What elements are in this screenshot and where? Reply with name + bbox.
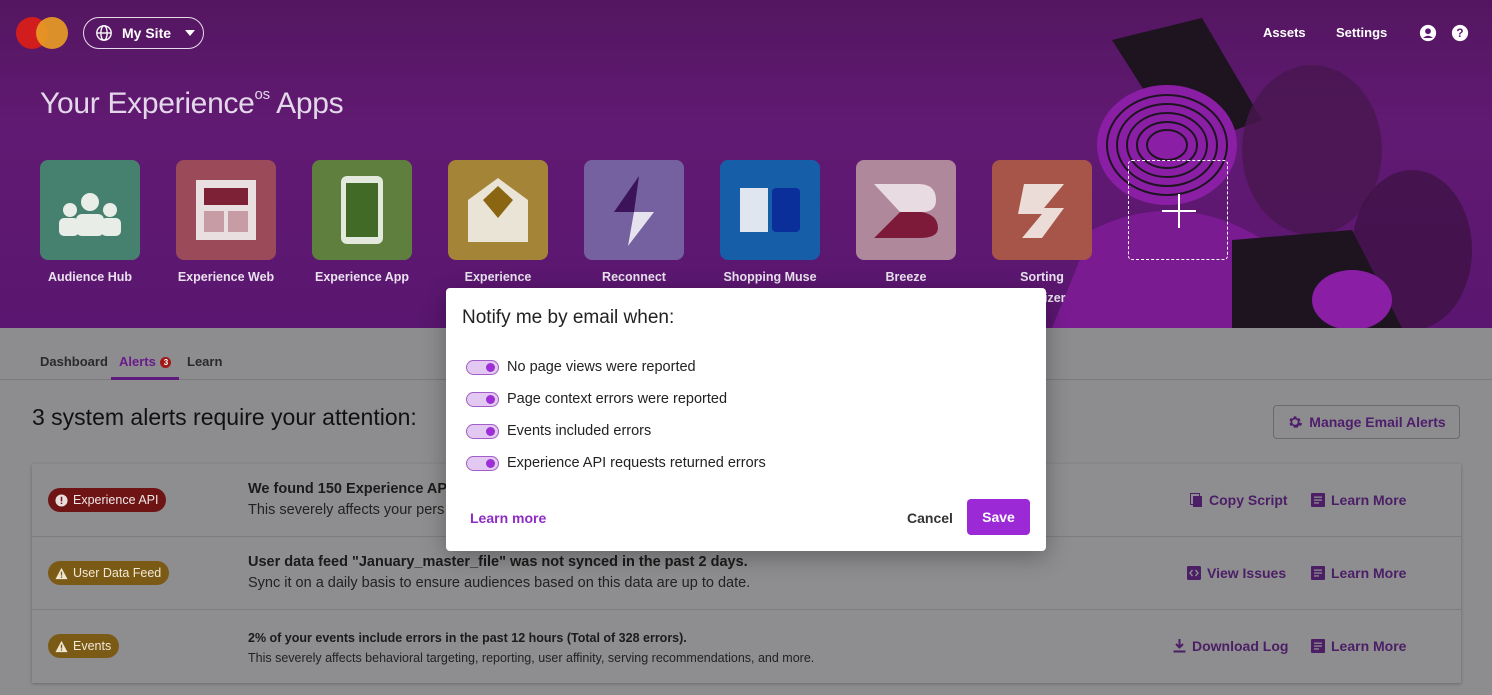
tab-alerts[interactable]: Alerts 3 (119, 354, 172, 369)
site-selector-label: My Site (122, 25, 172, 41)
learn-more-button[interactable]: Learn More (1311, 492, 1406, 508)
manage-email-alerts-button[interactable]: Manage Email Alerts (1273, 405, 1460, 439)
copy-icon (1190, 492, 1202, 507)
audience-icon (59, 193, 121, 236)
top-bar: My Site Assets Settings ? (0, 0, 1492, 66)
brand-logo[interactable] (16, 17, 68, 49)
email-notification-dialog: Notify me by email when: No page views w… (446, 288, 1046, 551)
svg-text:?: ? (1456, 27, 1463, 40)
sorting-logo-icon (1018, 184, 1064, 238)
manage-email-alerts-label: Manage Email Alerts (1309, 414, 1446, 430)
learn-more-button[interactable]: Learn More (1311, 638, 1406, 654)
app-audience-hub[interactable]: Audience Hub (40, 160, 140, 284)
option-api-errors[interactable]: Experience API requests returned errors (466, 455, 766, 471)
nav-settings[interactable]: Settings (1336, 25, 1387, 40)
tab-learn[interactable]: Learn (187, 354, 222, 369)
option-no-page-views[interactable]: No page views were reported (466, 359, 696, 375)
alert-description: This severely affects behavioral targeti… (248, 651, 815, 665)
active-tab-indicator (111, 377, 179, 380)
shopping-muse-logo-icon (740, 188, 800, 232)
option-label: Experience API requests returned errors (507, 455, 766, 471)
option-label: No page views were reported (507, 359, 696, 375)
option-label: Page context errors were reported (507, 391, 728, 407)
app-sorting-optimizer[interactable]: Sorting (992, 160, 1092, 284)
app-experience-web[interactable]: Experience Web (176, 160, 276, 284)
option-label: Events included errors (507, 423, 652, 439)
app-experience-app[interactable]: Experience App (312, 160, 412, 284)
download-log-button[interactable]: Download Log (1173, 638, 1288, 654)
account-icon[interactable] (1419, 24, 1437, 42)
chevron-down-icon (185, 30, 196, 36)
dialog-title: Notify me by email when: (462, 307, 675, 328)
document-icon (1311, 493, 1325, 507)
gear-icon (1289, 416, 1303, 428)
alert-title: We found 150 Experience API (248, 481, 452, 497)
alert-description: This severely affects your pers (248, 502, 445, 518)
tab-dashboard[interactable]: Dashboard (40, 354, 108, 369)
breeze-logo-icon (874, 184, 938, 238)
page-title: Your ExperienceOS Apps (40, 86, 344, 120)
learn-more-link[interactable]: Learn more (470, 510, 546, 526)
alert-title: User data feed "January_master_file" was… (248, 554, 748, 570)
help-icon[interactable]: ? (1451, 24, 1469, 42)
envelope-icon (468, 178, 528, 242)
status-badge: Experience API (48, 488, 167, 512)
option-page-context-errors[interactable]: Page context errors were reported (466, 391, 727, 407)
alert-row-events: Events 2% of your events include errors … (32, 610, 1461, 683)
lightning-icon (614, 176, 654, 246)
cancel-button[interactable]: Cancel (907, 510, 953, 526)
alert-description: Sync it on a daily basis to ensure audie… (248, 575, 751, 591)
add-app-button[interactable] (1128, 160, 1228, 260)
status-badge: User Data Feed (48, 561, 170, 585)
app-experience-email[interactable]: Experience (448, 160, 548, 284)
view-issues-button[interactable]: View Issues (1187, 565, 1286, 581)
save-button[interactable]: Save (967, 499, 1030, 535)
download-icon (1173, 639, 1186, 653)
apps-hero: My Site Assets Settings ? Your Experienc… (0, 0, 1492, 328)
alerts-heading: 3 system alerts require your attention: (32, 404, 417, 430)
toggle-switch[interactable] (466, 423, 499, 439)
learn-more-button[interactable]: Learn More (1311, 565, 1406, 581)
document-icon (1311, 639, 1325, 653)
site-selector[interactable]: My Site (83, 17, 204, 49)
error-icon (55, 493, 68, 507)
document-icon (1311, 566, 1325, 580)
mobile-phone-icon (341, 176, 383, 244)
code-icon (1187, 566, 1201, 580)
toggle-switch[interactable] (466, 359, 499, 375)
nav-assets[interactable]: Assets (1263, 25, 1306, 40)
warning-icon (55, 640, 68, 652)
app-reconnect[interactable]: Reconnect (584, 160, 684, 284)
status-badge: Events (48, 634, 120, 658)
option-events-errors[interactable]: Events included errors (466, 423, 651, 439)
toggle-switch[interactable] (466, 391, 499, 407)
warning-icon (55, 567, 68, 579)
alert-title: 2% of your events include errors in the … (248, 631, 687, 645)
toggle-switch[interactable] (466, 455, 499, 471)
web-layout-icon (196, 180, 256, 240)
app-breeze[interactable]: Breeze (856, 160, 956, 284)
app-label-overflow: izer (1044, 291, 1066, 305)
copy-script-button[interactable]: Copy Script (1190, 492, 1288, 508)
app-shopping-muse[interactable]: Shopping Muse (720, 160, 820, 284)
globe-icon (96, 25, 112, 41)
alerts-count-badge: 3 (160, 357, 172, 368)
